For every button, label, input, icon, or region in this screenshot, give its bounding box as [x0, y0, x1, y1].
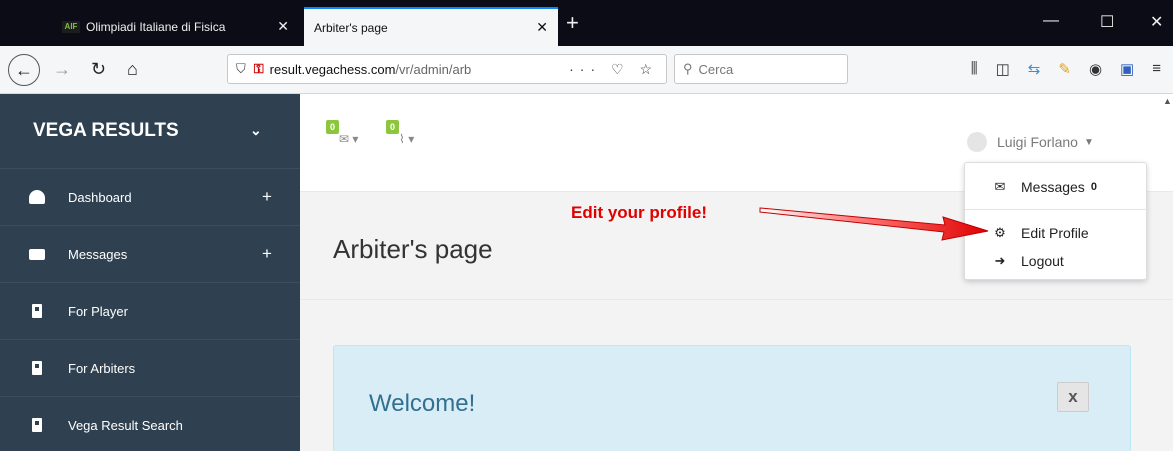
save-icon[interactable]: ▣ [1120, 60, 1134, 78]
sidebar-item-label: Messages [68, 246, 128, 262]
account-icon[interactable]: ◉ [1089, 60, 1102, 78]
brand-title: VEGA RESULTS [33, 120, 179, 141]
id-badge-icon [28, 418, 46, 432]
new-tab-button[interactable]: + [566, 12, 579, 34]
sidebar-item-label: Dashboard [68, 189, 132, 205]
library-icon[interactable]: ⫼ [971, 60, 978, 78]
url-bar[interactable]: ⛉ ⚿ result.vegachess.com /vr/admin/arb ·… [227, 54, 667, 84]
main-content: Welcome! x [300, 300, 1173, 451]
menu-icon[interactable]: ≡ [1152, 60, 1161, 78]
dashboard-icon [28, 190, 46, 204]
toolbar-icons: ⫼ ◫ ⇆ ✎ ◉ ▣ ≡ [971, 60, 1161, 78]
sidebar: VEGA RESULTS ⌄ Dashboard + Messages + Fo… [0, 94, 300, 451]
page-actions-icon[interactable]: ··· ♡ ☆ [569, 61, 658, 78]
id-badge-icon [28, 361, 46, 375]
arrow-right-icon: → [53, 59, 71, 79]
home-button[interactable]: ⌂ [127, 58, 138, 80]
home-icon: ⌂ [127, 59, 138, 79]
sidebar-item-label: For Arbiters [68, 360, 136, 376]
chevron-down-icon[interactable]: ⌄ [250, 122, 262, 139]
sidebar-toggle-icon[interactable]: ◫ [996, 60, 1010, 78]
shield-icon[interactable]: ⛉ [236, 61, 246, 77]
menu-item-label: Edit Profile [1021, 225, 1089, 241]
sidebar-item-vega-result-search[interactable]: Vega Result Search [0, 396, 300, 451]
avatar [967, 132, 987, 152]
brush-icon[interactable]: ✎ [1058, 60, 1071, 78]
tab-olimpiadi[interactable]: AIF Olimpiadi Italiane di Fisica ✕ [52, 7, 299, 46]
tab-title: Olimpiadi Italiane di Fisica [86, 19, 226, 34]
reload-icon: ↻ [91, 59, 107, 79]
arrow-left-icon: ← [15, 60, 33, 80]
alert-close-button[interactable]: x [1057, 382, 1089, 412]
tab-title: Arbiter's page [314, 20, 388, 35]
search-placeholder: Cerca [698, 61, 734, 77]
menu-item-logout[interactable]: ➜ Logout [965, 249, 1146, 273]
insecure-lock-icon[interactable]: ⚿ [254, 61, 264, 77]
menu-item-label: Messages [1021, 179, 1085, 195]
paperclip-icon: ⌇ ▾ [399, 132, 415, 146]
reload-button[interactable]: ↻ [91, 58, 106, 80]
window-close-icon[interactable]: ✕ [1150, 12, 1163, 32]
welcome-alert: Welcome! x [333, 345, 1131, 451]
sidebar-item-label: Vega Result Search [68, 417, 183, 433]
browser-toolbar: ← → ↻ ⌂ ⛉ ⚿ result.vegachess.com /vr/adm… [0, 46, 1173, 94]
url-host: result.vegachess.com [269, 61, 396, 77]
aif-favicon-icon: AIF [62, 20, 80, 33]
user-dropdown-menu: ✉ Messages 0 ⚙ Edit Profile ➜ Logout [964, 162, 1147, 280]
expand-icon[interactable]: + [262, 244, 272, 264]
menu-item-label: Logout [1021, 253, 1064, 269]
menu-divider [965, 209, 1146, 210]
browser-tab-strip: AIF Olimpiadi Italiane di Fisica ✕ Arbit… [0, 0, 1173, 46]
menu-item-messages[interactable]: ✉ Messages 0 [965, 175, 1146, 199]
messages-notification[interactable]: 0 ✉ ▾ [326, 120, 358, 146]
inbox-icon [28, 247, 46, 261]
sign-out-icon: ➜ [994, 253, 1006, 268]
scroll-up-arrow[interactable]: ▲ [1163, 96, 1173, 110]
expand-icon[interactable]: + [262, 187, 272, 207]
attachments-notification[interactable]: 0 ⌇ ▾ [386, 120, 414, 146]
maximize-icon[interactable]: ☐ [1100, 12, 1114, 32]
brand[interactable]: VEGA RESULTS ⌄ [0, 94, 300, 168]
sidebar-item-label: For Player [68, 303, 128, 319]
user-name: Luigi Forlano [997, 134, 1078, 150]
messages-count-badge: 0 [326, 120, 340, 134]
page-title: Arbiter's page [333, 234, 493, 264]
annotation-text: Edit your profile! [571, 203, 707, 222]
sidebar-item-for-player[interactable]: For Player [0, 282, 300, 339]
envelope-icon: ✉ ▾ [339, 132, 359, 146]
caret-down-icon: ▼ [1083, 136, 1094, 148]
attachments-count-badge: 0 [386, 120, 400, 134]
messages-count: 0 [1090, 181, 1097, 193]
sidebar-item-dashboard[interactable]: Dashboard + [0, 168, 300, 225]
minimize-icon[interactable]: — [1043, 12, 1059, 30]
menu-item-edit-profile[interactable]: ⚙ Edit Profile [965, 221, 1146, 245]
user-cog-icon: ⚙ [994, 225, 1006, 240]
id-badge-icon [28, 304, 46, 318]
sidebar-item-for-arbiters[interactable]: For Arbiters [0, 339, 300, 396]
sidebar-item-messages[interactable]: Messages + [0, 225, 300, 282]
search-input[interactable]: ⚲ Cerca [674, 54, 848, 84]
back-button[interactable]: ← [8, 54, 40, 86]
envelope-icon: ✉ [994, 179, 1006, 194]
tab-arbiters-page[interactable]: Arbiter's page ✕ [304, 7, 558, 46]
tab-close-icon[interactable]: ✕ [277, 18, 289, 35]
user-menu-toggle[interactable]: Luigi Forlano ▼ [967, 132, 1094, 152]
tab-close-icon[interactable]: ✕ [536, 19, 548, 36]
welcome-title: Welcome! [369, 390, 476, 417]
search-icon: ⚲ [683, 61, 693, 76]
forward-button[interactable]: → [53, 58, 71, 80]
translate-icon[interactable]: ⇆ [1028, 60, 1041, 78]
url-path: /vr/admin/arb [395, 61, 472, 77]
